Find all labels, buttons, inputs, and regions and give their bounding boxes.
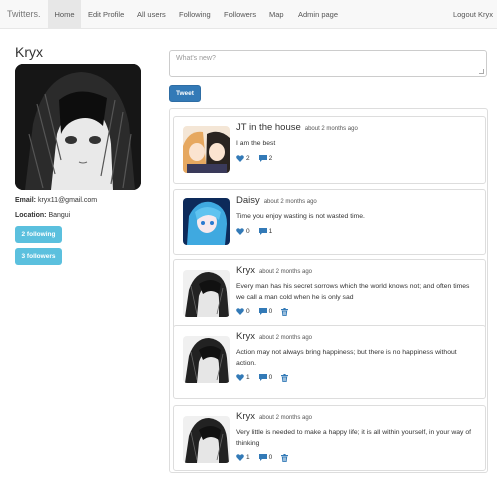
profile-location: Location: Bangui [15, 212, 70, 219]
tweet-text: I am the best [236, 140, 276, 147]
comment-icon[interactable] [258, 374, 267, 381]
sketch-avatar[interactable] [183, 270, 230, 317]
comment-icon[interactable] [258, 454, 267, 461]
tweet-time: about 2 months ago [304, 126, 358, 132]
nav-edit-profile[interactable]: Edit Profile [88, 0, 124, 28]
tweet-item: Kryx about 2 months ago Every man has hi… [173, 259, 486, 329]
tweet-time: about 2 months ago [263, 199, 317, 205]
tweet-author[interactable]: Daisy [236, 195, 260, 206]
comment-count: 0 [268, 308, 273, 315]
following-button[interactable]: 2 following [15, 226, 62, 243]
trash-icon[interactable] [281, 453, 289, 462]
trash-icon[interactable] [281, 307, 289, 316]
heart-icon[interactable] [236, 155, 244, 162]
resize-handle-icon[interactable] [479, 69, 484, 74]
logout-link[interactable]: Logout Kryx [453, 0, 493, 28]
tweet-author[interactable]: Kryx [236, 331, 255, 342]
like-count: 0 [246, 228, 250, 235]
profile-avatar [15, 64, 141, 190]
tweet-header: JT in the house about 2 months ago [236, 122, 358, 133]
heart-icon[interactable] [236, 308, 244, 315]
tweet-item: Daisy about 2 months ago Time you enjoy … [173, 189, 486, 255]
tweet-input[interactable] [170, 51, 486, 76]
nav-map[interactable]: Map [269, 0, 284, 28]
location-label: Location: [15, 212, 47, 219]
tweet-actions: 0 1 [236, 227, 272, 236]
heart-icon[interactable] [236, 374, 244, 381]
tweet-author[interactable]: JT in the house [236, 122, 301, 133]
tweet-header: Kryx about 2 months ago [236, 265, 312, 276]
heart-icon[interactable] [236, 228, 244, 235]
couple-avatar[interactable] [183, 126, 230, 173]
nav-all-users[interactable]: All users [137, 0, 166, 28]
tweet-text: Action may not always bring happiness; b… [236, 349, 457, 367]
blue-hair-avatar[interactable] [183, 198, 230, 245]
tweet-time: about 2 months ago [258, 269, 312, 275]
tweet-actions: 1 0 [236, 373, 289, 382]
like-count: 0 [246, 308, 250, 315]
tweet-actions: 1 0 [236, 453, 289, 462]
sketch-avatar[interactable] [183, 336, 230, 383]
comment-icon[interactable] [258, 155, 267, 162]
like-count: 2 [246, 155, 250, 162]
like-count: 1 [246, 454, 250, 461]
tweet-actions: 0 0 [236, 307, 289, 316]
email-value: kryx11@gmail.com [37, 197, 98, 204]
comment-count: 1 [268, 228, 273, 235]
tweet-item: Kryx about 2 months ago Very little is n… [173, 405, 486, 471]
navbar: Twitters. Home Edit Profile All users Fo… [0, 0, 497, 29]
brand-logo[interactable]: Twitters. [7, 9, 41, 19]
profile-name: Kryx [15, 44, 43, 60]
heart-icon[interactable] [236, 454, 244, 461]
sketch-avatar[interactable] [183, 416, 230, 463]
tweet-header: Kryx about 2 months ago [236, 331, 312, 342]
email-label: Email: [15, 197, 37, 204]
tweet-item: JT in the house about 2 months ago I am … [173, 116, 486, 184]
tweet-actions: 2 2 [236, 154, 272, 163]
nav-following[interactable]: Following [179, 0, 211, 28]
trash-icon[interactable] [281, 373, 289, 382]
profile-email: Email: kryx11@gmail.com [15, 197, 97, 204]
tweet-header: Kryx about 2 months ago [236, 411, 312, 422]
comment-icon[interactable] [258, 308, 267, 315]
comment-count: 0 [268, 454, 273, 461]
tweet-composer [169, 50, 487, 77]
like-count: 1 [246, 374, 250, 381]
tweet-time: about 2 months ago [258, 335, 312, 341]
tweet-text: Every man has his secret sorrows which t… [236, 283, 470, 301]
comment-count: 0 [268, 374, 273, 381]
comment-count: 2 [268, 155, 273, 162]
tweet-item: Kryx about 2 months ago Action may not a… [173, 325, 486, 399]
nav-admin-page[interactable]: Admin page [298, 0, 338, 28]
tweet-feed: JT in the house about 2 months ago I am … [169, 108, 488, 473]
comment-icon[interactable] [258, 228, 267, 235]
sketch-portrait-image [15, 64, 141, 190]
tweet-button[interactable]: Tweet [169, 85, 201, 102]
nav-home[interactable]: Home [48, 0, 81, 28]
followers-button[interactable]: 3 followers [15, 248, 62, 265]
tweet-text: Very little is needed to make a happy li… [236, 429, 471, 447]
nav-followers[interactable]: Followers [224, 0, 256, 28]
tweet-text: Time you enjoy wasting is not wasted tim… [236, 213, 365, 220]
tweet-time: about 2 months ago [258, 415, 312, 421]
tweet-author[interactable]: Kryx [236, 265, 255, 276]
tweet-header: Daisy about 2 months ago [236, 195, 317, 206]
location-value: Bangui [48, 212, 71, 219]
tweet-author[interactable]: Kryx [236, 411, 255, 422]
